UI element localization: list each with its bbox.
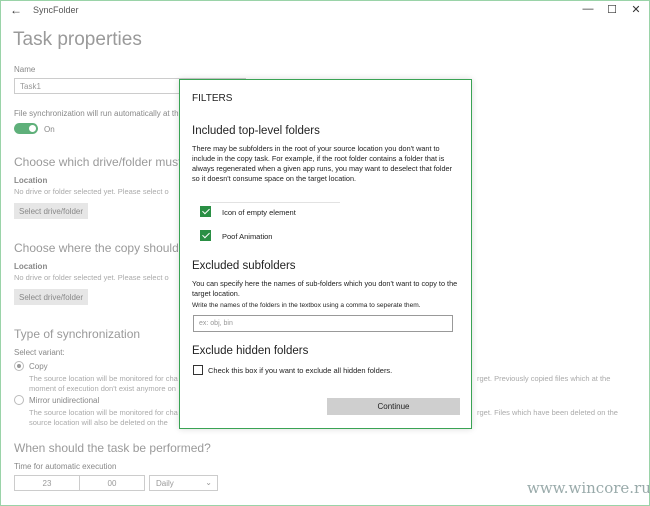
copy-description-line2: moment of execution don't exist anymore … — [29, 384, 176, 393]
mirror-description-line1-right: rget. Files which have been deleted on t… — [477, 408, 618, 417]
chevron-down-icon: ⌄ — [205, 478, 212, 487]
folder-label-2: Poof Animation — [222, 232, 273, 241]
copy-radio[interactable] — [14, 361, 24, 371]
hidden-folders-checkbox[interactable] — [193, 365, 203, 375]
excluded-heading: Excluded subfolders — [192, 260, 296, 272]
excluded-description: You can specify here the names of sub-fo… — [192, 279, 458, 298]
hidden-folders-label: Check this box if you want to exclude al… — [208, 366, 393, 375]
excluded-folders-input[interactable]: ex: obj, bin — [193, 315, 453, 332]
sync-type-heading: Type of synchronization — [14, 327, 141, 341]
folder-checkbox-1[interactable] — [200, 206, 211, 217]
minimize-button[interactable]: — — [581, 3, 595, 15]
auto-sync-text: File synchronization will run automatica… — [14, 109, 179, 118]
maximize-button[interactable]: ☐ — [605, 3, 619, 16]
hidden-heading: Exclude hidden folders — [192, 345, 309, 357]
page-title: Task properties — [13, 29, 142, 50]
title-bar: ← SyncFolder — ☐ ✕ — [1, 1, 649, 19]
copy-label: Copy — [29, 362, 48, 371]
hour-input[interactable]: 23 — [14, 475, 80, 491]
source-location-label: Location — [14, 176, 48, 185]
back-arrow-icon[interactable]: ← — [10, 3, 22, 17]
folder-checkbox-2[interactable] — [200, 230, 211, 241]
when-heading: When should the task be performed? — [14, 441, 211, 455]
excluded-hint: Write the names of the folders in the te… — [192, 302, 421, 309]
app-title: SyncFolder — [33, 5, 79, 15]
mirror-label: Mirror unidirectional — [29, 396, 100, 405]
mirror-description-line1: The source location will be monitored fo… — [29, 408, 178, 417]
app-window: ← SyncFolder — ☐ ✕ Task properties Name … — [0, 0, 650, 506]
divider — [210, 202, 340, 203]
dialog-title: FILTERS — [192, 93, 233, 104]
source-heading: Choose which drive/folder must be — [14, 155, 199, 169]
frequency-select[interactable]: Daily ⌄ — [149, 475, 218, 491]
name-label: Name — [14, 65, 36, 74]
select-variant-label: Select variant: — [14, 348, 65, 357]
included-description: There may be subfolders in the root of y… — [192, 144, 453, 183]
mirror-radio[interactable] — [14, 395, 24, 405]
continue-button[interactable]: Continue — [327, 398, 460, 415]
target-location-hint: No drive or folder selected yet. Please … — [14, 273, 169, 282]
close-button[interactable]: ✕ — [629, 3, 643, 16]
included-heading: Included top-level folders — [192, 125, 320, 137]
watermark: www.wincore.ru — [527, 479, 650, 497]
target-location-label: Location — [14, 262, 48, 271]
folder-label-1: Icon of empty element — [222, 208, 296, 217]
target-heading: Choose where the copy should be — [14, 241, 196, 255]
frequency-value: Daily — [156, 479, 174, 488]
time-label: Time for automatic execution — [14, 462, 117, 471]
copy-description-line1-right: rget. Previously copied files which at t… — [477, 374, 611, 383]
mirror-description-line2: source location will also be deleted on … — [29, 418, 168, 427]
minute-input[interactable]: 00 — [79, 475, 145, 491]
copy-description-line1: The source location will be monitored fo… — [29, 374, 178, 383]
filters-dialog: FILTERS Included top-level folders There… — [179, 79, 472, 429]
auto-sync-toggle[interactable] — [14, 123, 38, 134]
source-select-button[interactable]: Select drive/folder — [14, 203, 89, 219]
toggle-state-label: On — [44, 125, 55, 134]
target-select-button[interactable]: Select drive/folder — [14, 289, 89, 305]
source-location-hint: No drive or folder selected yet. Please … — [14, 187, 169, 196]
